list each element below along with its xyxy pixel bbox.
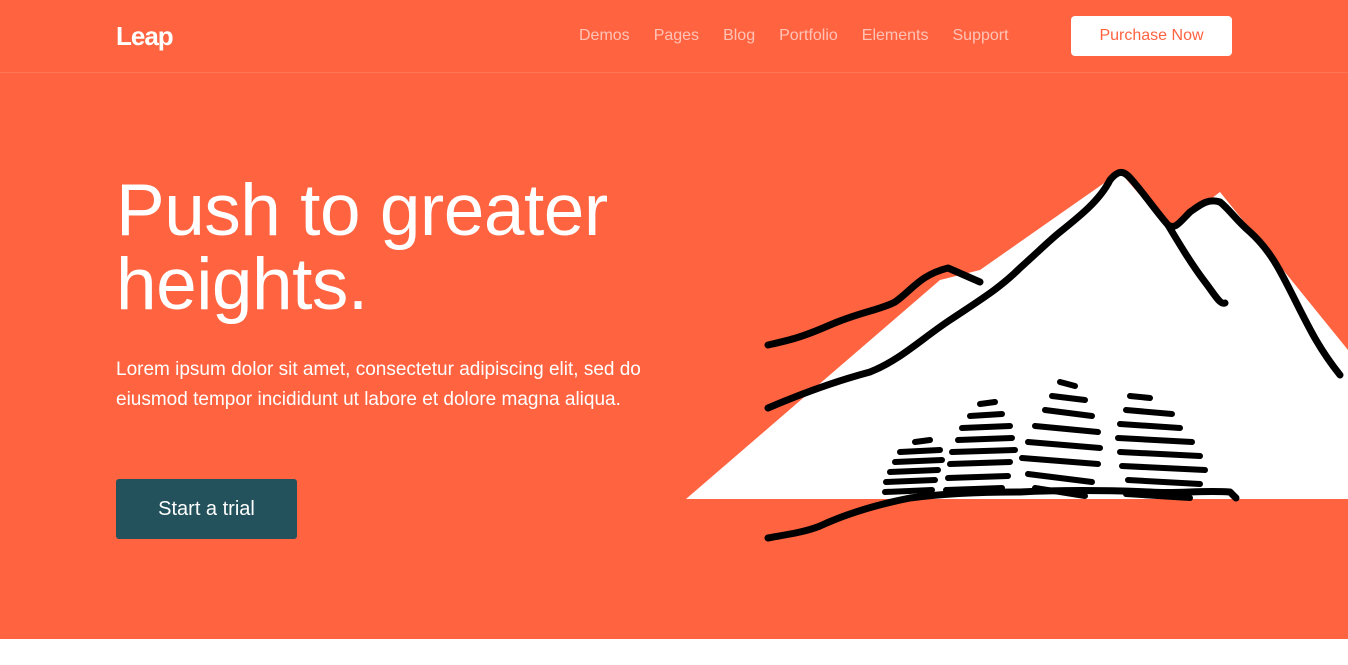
hero-section: Leap Demos Pages Blog Portfolio Elements… — [0, 0, 1348, 639]
nav-item-support[interactable]: Support — [953, 26, 1009, 46]
nav-links: Demos Pages Blog Portfolio Elements Supp… — [579, 26, 1033, 46]
nav-item-blog[interactable]: Blog — [723, 26, 755, 46]
hero-title-line-2: heights. — [116, 244, 368, 325]
hero-description: Lorem ipsum dolor sit amet, consectetur … — [116, 359, 641, 410]
purchase-now-button[interactable]: Purchase Now — [1071, 16, 1232, 56]
mountain-illustration — [686, 169, 1348, 542]
top-navbar: Leap Demos Pages Blog Portfolio Elements… — [0, 0, 1348, 73]
brand-logo[interactable]: Leap — [116, 21, 174, 52]
nav-item-portfolio[interactable]: Portfolio — [779, 26, 838, 46]
hero-title-line-1: Push to greater — [116, 170, 608, 251]
hero-title: Push to greater heights. — [116, 174, 696, 322]
nav-item-pages[interactable]: Pages — [654, 26, 699, 46]
nav-item-demos[interactable]: Demos — [579, 26, 630, 46]
nav-item-elements[interactable]: Elements — [862, 26, 929, 46]
page: Leap Demos Pages Blog Portfolio Elements… — [0, 0, 1348, 665]
start-trial-button[interactable]: Start a trial — [116, 479, 297, 539]
